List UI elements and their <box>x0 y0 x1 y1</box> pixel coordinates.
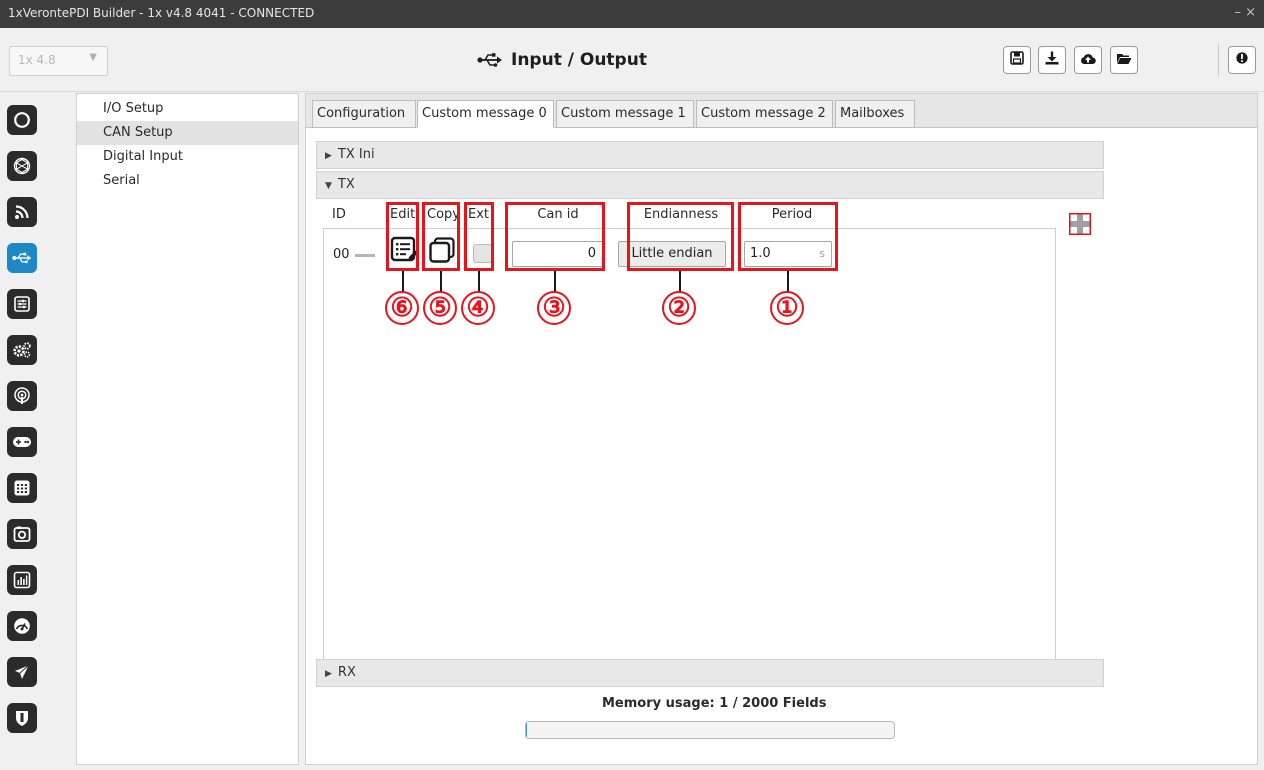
save-button[interactable] <box>1003 46 1031 74</box>
leader-line-5 <box>440 271 442 292</box>
callout-1: ① <box>770 291 804 325</box>
tab-strip: Configuration Custom message 0 Custom me… <box>306 94 1257 128</box>
tab-custom-message-2[interactable]: Custom message 2 <box>696 100 833 128</box>
tx-section-header[interactable]: ▼ TX <box>316 171 1104 199</box>
gamepad-icon <box>12 435 32 449</box>
leader-line-3 <box>554 271 556 292</box>
info-button[interactable] <box>1228 46 1256 74</box>
rail-button-gauge[interactable] <box>7 611 37 641</box>
download-icon <box>1045 51 1059 69</box>
section-item-digital-input[interactable]: Digital Input <box>77 145 298 169</box>
tab-custom-message-1[interactable]: Custom message 1 <box>556 100 694 128</box>
cloud-upload-button[interactable] <box>1074 46 1102 74</box>
usb-icon <box>477 52 503 68</box>
memory-usage-bar <box>525 721 895 739</box>
section-item-can-setup[interactable]: CAN Setup <box>77 121 298 145</box>
section-list: I/O Setup CAN Setup Digital Input Serial <box>76 93 299 765</box>
plus-icon <box>1068 212 1092 239</box>
highlight-edit <box>386 202 419 271</box>
section-item-serial[interactable]: Serial <box>77 169 298 193</box>
download-button[interactable] <box>1038 46 1066 74</box>
rx-label: RX <box>337 665 356 680</box>
highlight-copy <box>422 202 460 271</box>
tx-ini-label: TX Ini <box>337 147 375 162</box>
grid-icon <box>13 479 31 497</box>
plane-icon <box>13 663 31 681</box>
tab-configuration[interactable]: Configuration <box>312 100 416 128</box>
rx-section-header[interactable]: ▶ RX <box>316 659 1104 687</box>
save-icon <box>1010 51 1024 69</box>
add-message-button[interactable] <box>1068 212 1092 236</box>
rail-button-gears[interactable] <box>7 335 37 365</box>
version-select-value: 1x 4.8 <box>18 53 56 67</box>
gauge-icon <box>13 617 31 635</box>
rail-button-camera[interactable] <box>7 519 37 549</box>
rail-button-shield[interactable] <box>7 703 37 733</box>
page-title: Input / Output <box>477 48 647 72</box>
leader-line-2 <box>679 271 681 292</box>
radar-icon <box>13 157 31 175</box>
message-row-id: 00 <box>333 247 350 262</box>
gears-icon <box>12 341 32 359</box>
tx-label: TX <box>337 177 355 192</box>
usb-icon <box>12 251 32 265</box>
rail-button-usb[interactable] <box>7 243 37 273</box>
info-icon <box>1236 51 1248 69</box>
collapse-arrow-icon: ▼ <box>325 181 332 191</box>
app-window: 1xVerontePDI Builder - 1x v4.8 4041 - CO… <box>0 0 1264 770</box>
highlight-ext <box>464 202 494 271</box>
leader-line-4 <box>478 271 480 292</box>
tx-ini-section-header[interactable]: ▶ TX Ini <box>316 141 1104 169</box>
highlight-endianness <box>627 202 734 271</box>
main-panel: Configuration Custom message 0 Custom me… <box>305 93 1258 765</box>
rail-button-sliders[interactable] <box>7 289 37 319</box>
callout-2: ② <box>662 291 696 325</box>
rail-button-plane[interactable] <box>7 657 37 687</box>
cloud-upload-icon <box>1080 52 1096 69</box>
tab-mailboxes[interactable]: Mailboxes <box>835 100 915 128</box>
title-bar: 1xVerontePDI Builder - 1x v4.8 4041 - CO… <box>0 0 1264 28</box>
header-toolbar: 1x 4.8 ▼ Input / Output <box>0 28 1264 92</box>
rail-button-power[interactable] <box>7 105 37 135</box>
rail-button-broadcast[interactable] <box>7 381 37 411</box>
chart-icon <box>13 571 31 589</box>
icon-rail <box>0 92 44 770</box>
callout-6: ⑥ <box>385 291 419 325</box>
callout-4: ④ <box>461 291 495 325</box>
expand-arrow-icon: ▶ <box>325 669 332 679</box>
sliders-icon <box>13 295 31 313</box>
leader-line-6 <box>402 271 404 292</box>
highlight-period <box>738 202 838 271</box>
folder-open-icon <box>1116 52 1132 69</box>
row-drag-handle[interactable] <box>355 254 375 257</box>
memory-usage-label: Memory usage: 1 / 2000 Fields <box>602 696 827 711</box>
expand-arrow-icon: ▶ <box>325 151 332 161</box>
leader-line-1 <box>787 271 789 292</box>
window-controls[interactable]: – × <box>1234 5 1256 20</box>
page-title-text: Input / Output <box>511 50 647 70</box>
shield-icon <box>14 709 30 727</box>
tab-custom-message-0[interactable]: Custom message 0 <box>417 100 554 128</box>
section-item-io-setup[interactable]: I/O Setup <box>77 97 298 121</box>
rail-button-signal[interactable] <box>7 197 37 227</box>
callout-3: ③ <box>537 291 571 325</box>
toolbar-separator <box>1218 44 1219 76</box>
rail-button-radar[interactable] <box>7 151 37 181</box>
column-header-id: ID <box>332 207 346 222</box>
open-folder-button[interactable] <box>1110 46 1138 74</box>
rail-button-chart[interactable] <box>7 565 37 595</box>
camera-icon <box>13 525 31 543</box>
broadcast-icon <box>13 387 31 405</box>
rail-button-grid[interactable] <box>7 473 37 503</box>
rail-button-gamepad[interactable] <box>7 427 37 457</box>
highlight-can-id <box>505 202 605 271</box>
window-title: 1xVerontePDI Builder - 1x v4.8 4041 - CO… <box>8 6 315 20</box>
signal-icon <box>13 203 31 221</box>
version-select[interactable]: 1x 4.8 ▼ <box>9 46 108 76</box>
chevron-down-icon: ▼ <box>89 52 97 63</box>
callout-5: ⑤ <box>423 291 457 325</box>
power-icon <box>13 111 31 129</box>
